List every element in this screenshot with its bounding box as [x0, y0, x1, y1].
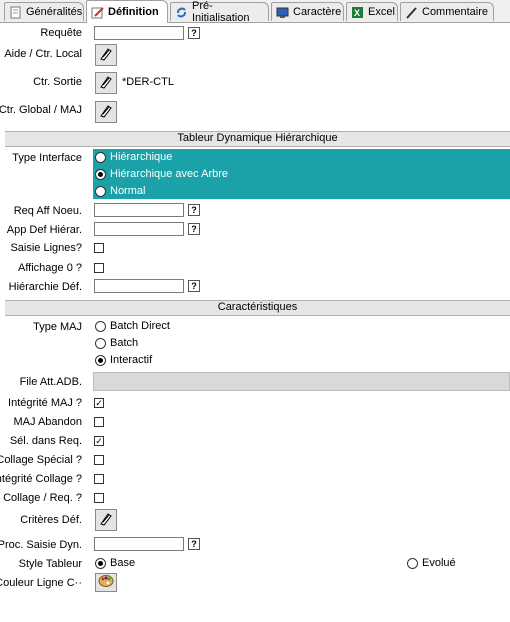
radio-label: Normal — [110, 185, 146, 197]
req-aff-label: Req Aff Noeu. — [13, 205, 82, 217]
collage-special-checkbox[interactable] — [94, 455, 104, 465]
radio-batch-direct[interactable] — [95, 321, 106, 332]
tab-bar: Généralités Définition Pré-Initialisatio… — [0, 0, 510, 24]
saisie-lignes-label: Saisie Lignes? — [10, 242, 82, 254]
section-title: Tableur Dynamique Hiérarchique — [177, 132, 338, 144]
req-aff-help-button[interactable]: ? — [188, 204, 200, 216]
monitor-icon — [276, 6, 289, 19]
tab-label: Définition — [108, 6, 159, 18]
ctr-sortie-label: Ctr. Sortie — [33, 76, 82, 88]
tab-caractere[interactable]: Caractère — [271, 2, 344, 21]
radio-label: Hiérarchique — [110, 151, 173, 163]
integrite-maj-checkbox[interactable]: ✓ — [94, 398, 104, 408]
app-def-label: App Def Hiérar. — [6, 224, 82, 236]
radio-batch[interactable] — [95, 338, 106, 349]
radio-hierarchique[interactable] — [95, 152, 106, 163]
hierarchie-label: Hiérarchie Déf. — [8, 281, 82, 293]
requete-help-button[interactable]: ? — [188, 27, 200, 39]
sel-req-label: Sél. dans Req. — [9, 435, 82, 447]
requete-label: Requête — [40, 27, 82, 39]
type-maj-label: Type MAJ — [33, 321, 82, 333]
ctr-global-label: Ctr. Global / MAJ — [0, 104, 82, 116]
tab-definition[interactable]: Définition — [86, 0, 168, 23]
radio-interactif[interactable] — [95, 355, 106, 366]
hierarchie-input[interactable] — [94, 279, 184, 293]
tab-commentaire[interactable]: Commentaire — [400, 2, 494, 21]
radio-label: Batch Direct — [110, 320, 170, 332]
palette-icon — [98, 574, 114, 591]
script-edit-icon — [98, 74, 114, 93]
pencil-icon — [91, 6, 104, 19]
tab-label: Commentaire — [422, 6, 489, 18]
ctr-sortie-edit-button[interactable] — [95, 72, 117, 94]
proc-saisie-label: Proc. Saisie Dyn. — [0, 539, 82, 551]
svg-text:X: X — [354, 8, 360, 18]
tab-label: Caractère — [293, 6, 342, 18]
radio-label: Interactif — [110, 354, 153, 366]
collage-special-label: Collage Spécial ? — [0, 454, 82, 466]
integrite-collage-label: Intégrité Collage ? — [0, 473, 82, 485]
criteres-edit-button[interactable] — [95, 509, 117, 531]
affichage-checkbox[interactable] — [94, 263, 104, 273]
radio-label: Evolué — [422, 557, 456, 569]
requete-input[interactable] — [94, 26, 184, 40]
maj-abandon-checkbox[interactable] — [94, 417, 104, 427]
script-edit-icon — [98, 103, 114, 122]
tab-label: Généralités — [26, 6, 83, 18]
tab-pre-initialisation[interactable]: Pré-Initialisation — [170, 0, 269, 24]
radio-hierarchique-arbre[interactable] — [95, 169, 106, 180]
hierarchie-help-button[interactable]: ? — [188, 280, 200, 292]
tab-label: Pré-Initialisation — [192, 0, 250, 24]
radio-style-evolue[interactable] — [407, 558, 418, 569]
couleur-label: Couleur Ligne C·· — [0, 577, 82, 589]
radio-style-base[interactable] — [95, 558, 106, 569]
file-att-field[interactable] — [93, 372, 510, 391]
document-icon — [9, 6, 22, 19]
pen-icon — [405, 6, 418, 19]
tab-label: Excel — [368, 6, 395, 18]
saisie-lignes-checkbox[interactable] — [94, 243, 104, 253]
style-tableur-label: Style Tableur — [18, 558, 82, 570]
collage-req-checkbox[interactable] — [94, 493, 104, 503]
integrite-collage-checkbox[interactable] — [94, 474, 104, 484]
radio-normal[interactable] — [95, 186, 106, 197]
sel-req-checkbox[interactable]: ✓ — [94, 436, 104, 446]
section-title: Caractéristiques — [217, 301, 298, 313]
collage-req-label: Collage / Req. ? — [3, 492, 82, 504]
maj-abandon-label: MAJ Abandon — [13, 416, 83, 428]
criteres-label: Critères Déf. — [20, 514, 82, 526]
integrite-maj-label: Intégrité MAJ ? — [8, 397, 82, 409]
aide-edit-button[interactable] — [95, 44, 117, 66]
tab-generalites[interactable]: Généralités — [4, 2, 84, 21]
couleur-picker-button[interactable] — [95, 573, 117, 592]
excel-icon: X — [351, 6, 364, 19]
radio-label: Base — [110, 557, 136, 569]
req-aff-input[interactable] — [94, 203, 184, 217]
ctr-sortie-value: *DER-CTL — [122, 76, 174, 88]
script-edit-icon — [98, 46, 114, 65]
type-interface-label: Type Interface — [12, 152, 82, 164]
section-header-caracteristiques: Caractéristiques — [5, 300, 510, 316]
proc-saisie-input[interactable] — [94, 537, 184, 551]
radio-label: Hiérarchique avec Arbre — [110, 168, 229, 180]
script-edit-icon — [98, 511, 114, 530]
app-def-input[interactable] — [94, 222, 184, 236]
affichage-label: Affichage 0 ? — [17, 262, 82, 274]
tab-excel[interactable]: X Excel — [346, 2, 398, 21]
radio-label: Batch — [110, 337, 139, 349]
aide-label: Aide / Ctr. Local — [4, 48, 82, 60]
app-def-help-button[interactable]: ? — [188, 223, 200, 235]
proc-saisie-help-button[interactable]: ? — [188, 538, 200, 550]
ctr-global-edit-button[interactable] — [95, 101, 117, 123]
file-att-label: File Att.ADB. — [19, 376, 82, 388]
section-header-tableur: Tableur Dynamique Hiérarchique — [5, 131, 510, 147]
refresh-icon — [175, 6, 188, 19]
